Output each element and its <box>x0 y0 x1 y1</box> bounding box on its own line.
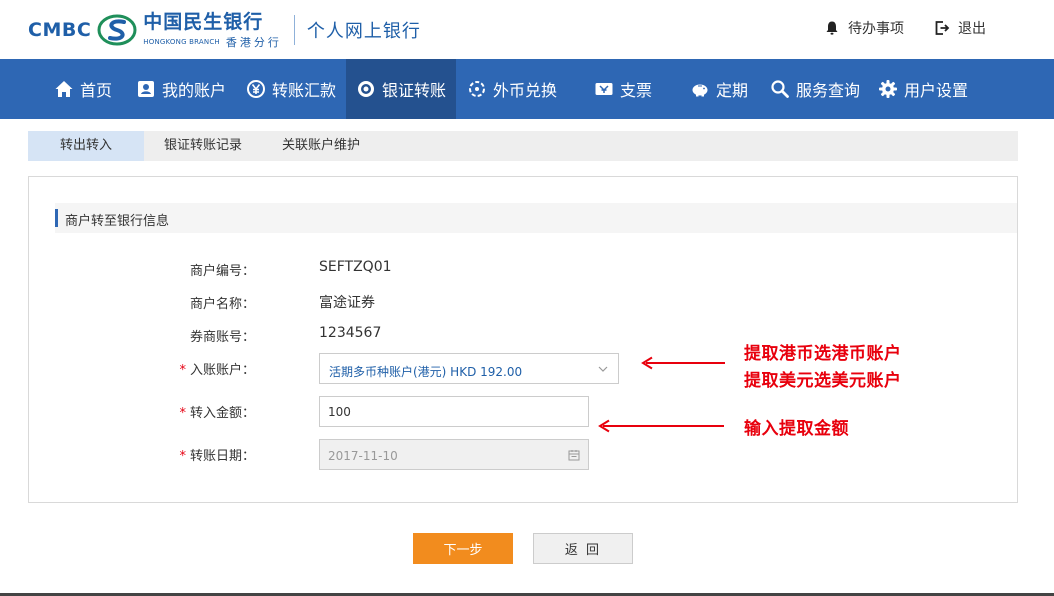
arrow-to-amount-icon <box>598 419 724 433</box>
broker-account-value: 1234567 <box>319 325 382 341</box>
panel-header: 商户转至银行信息 <box>55 203 1017 233</box>
chevron-down-icon <box>598 366 608 372</box>
annotation-amount: 输入提取金额 <box>744 419 849 439</box>
nav-item-fx-exchange[interactable]: 外币兑换 <box>456 59 568 119</box>
nav-item-user-settings[interactable]: 用户设置 <box>870 59 976 119</box>
date-value: 2017-11-10 <box>328 449 398 463</box>
logout-link[interactable]: 退出 <box>934 18 986 38</box>
required-mark: * <box>179 363 186 378</box>
bank-emblem-icon <box>97 14 137 46</box>
deposit-account-value: 活期多币种账户(港元) HKD 192.00 <box>329 365 523 379</box>
todo-link[interactable]: 待办事项 <box>824 18 904 38</box>
logo-english-branch: HONGKONG BRANCH <box>143 37 220 46</box>
logo-hk-branch: 香港分行 <box>225 35 282 49</box>
target-icon <box>357 81 374 97</box>
date-field[interactable]: 2017-11-10 <box>319 439 589 470</box>
logout-icon <box>935 21 950 35</box>
sub-tabs: 转出转入 银证转账记录 关联账户维护 <box>28 131 1018 161</box>
main-nav: 首页 我的账户 转账汇款 银证转账 外币兑换 支票 定期 服务查询 用户设置 <box>0 59 1054 119</box>
annotation-hkd: 提取港币选港币账户 <box>744 344 902 364</box>
nav-item-my-account[interactable]: 我的账户 <box>126 59 236 119</box>
tab-transfer-in-out[interactable]: 转出转入 <box>28 131 145 161</box>
tab-transfer-records[interactable]: 银证转账记录 <box>144 131 262 161</box>
merchant-name-label: 商户名称： <box>189 297 255 312</box>
merchant-id-label: 商户编号： <box>189 264 255 279</box>
account-icon <box>137 81 154 97</box>
nav-item-service-query[interactable]: 服务查询 <box>760 59 870 119</box>
broker-account-label: 券商账号： <box>189 330 255 345</box>
nav-item-securities-transfer[interactable]: 银证转账 <box>346 59 456 119</box>
logo-divider <box>293 15 295 45</box>
arrow-to-account-icon <box>641 356 725 370</box>
header: CMBC 中国民生银行 HONGKONG BRANCH 香港分行 个人网上银行 … <box>0 0 1054 59</box>
deposit-account-select[interactable]: 活期多币种账户(港元) HKD 192.00 <box>319 353 619 384</box>
top-links: 待办事项 退出 <box>824 18 986 38</box>
tab-linked-accounts[interactable]: 关联账户维护 <box>262 131 380 161</box>
merchant-id-value: SEFTZQ01 <box>319 259 392 275</box>
calendar-icon <box>568 450 580 461</box>
required-mark: * <box>179 406 186 421</box>
date-label: * 转账日期： <box>179 449 255 464</box>
amount-label: * 转入金额： <box>179 406 255 421</box>
bank-logo[interactable]: CMBC 中国民生银行 HONGKONG BRANCH 香港分行 个人网上银行 <box>28 10 421 50</box>
logo-chinese-name: 中国民生银行 <box>143 10 264 33</box>
site-title: 个人网上银行 <box>306 21 421 42</box>
piggy-icon <box>692 84 708 97</box>
bell-icon <box>826 21 838 35</box>
exchange-icon <box>468 81 485 97</box>
gear-icon <box>878 80 897 98</box>
next-button[interactable]: 下一步 <box>413 533 513 564</box>
yen-icon <box>246 80 265 98</box>
cheque-icon <box>595 83 613 95</box>
home-icon <box>55 81 73 97</box>
nav-item-fixed-deposit[interactable]: 定期 <box>678 59 760 119</box>
panel-title: 商户转至银行信息 <box>65 214 170 229</box>
panel-accent-bar <box>55 209 58 227</box>
nav-item-home[interactable]: 首页 <box>40 59 126 119</box>
amount-input[interactable] <box>319 396 589 427</box>
required-mark: * <box>179 449 186 464</box>
merchant-name-value: 富途证券 <box>319 295 375 311</box>
nav-item-transfer[interactable]: 转账汇款 <box>236 59 346 119</box>
logo-cmbc: CMBC <box>28 19 92 41</box>
logout-label: 退出 <box>958 21 986 37</box>
search-icon <box>771 80 789 98</box>
back-button[interactable]: 返 回 <box>533 533 633 564</box>
annotation-usd: 提取美元选美元账户 <box>744 371 902 391</box>
nav-item-cheque[interactable]: 支票 <box>568 59 678 119</box>
todo-label: 待办事项 <box>848 21 904 37</box>
deposit-account-label: * 入账账户： <box>179 363 255 378</box>
